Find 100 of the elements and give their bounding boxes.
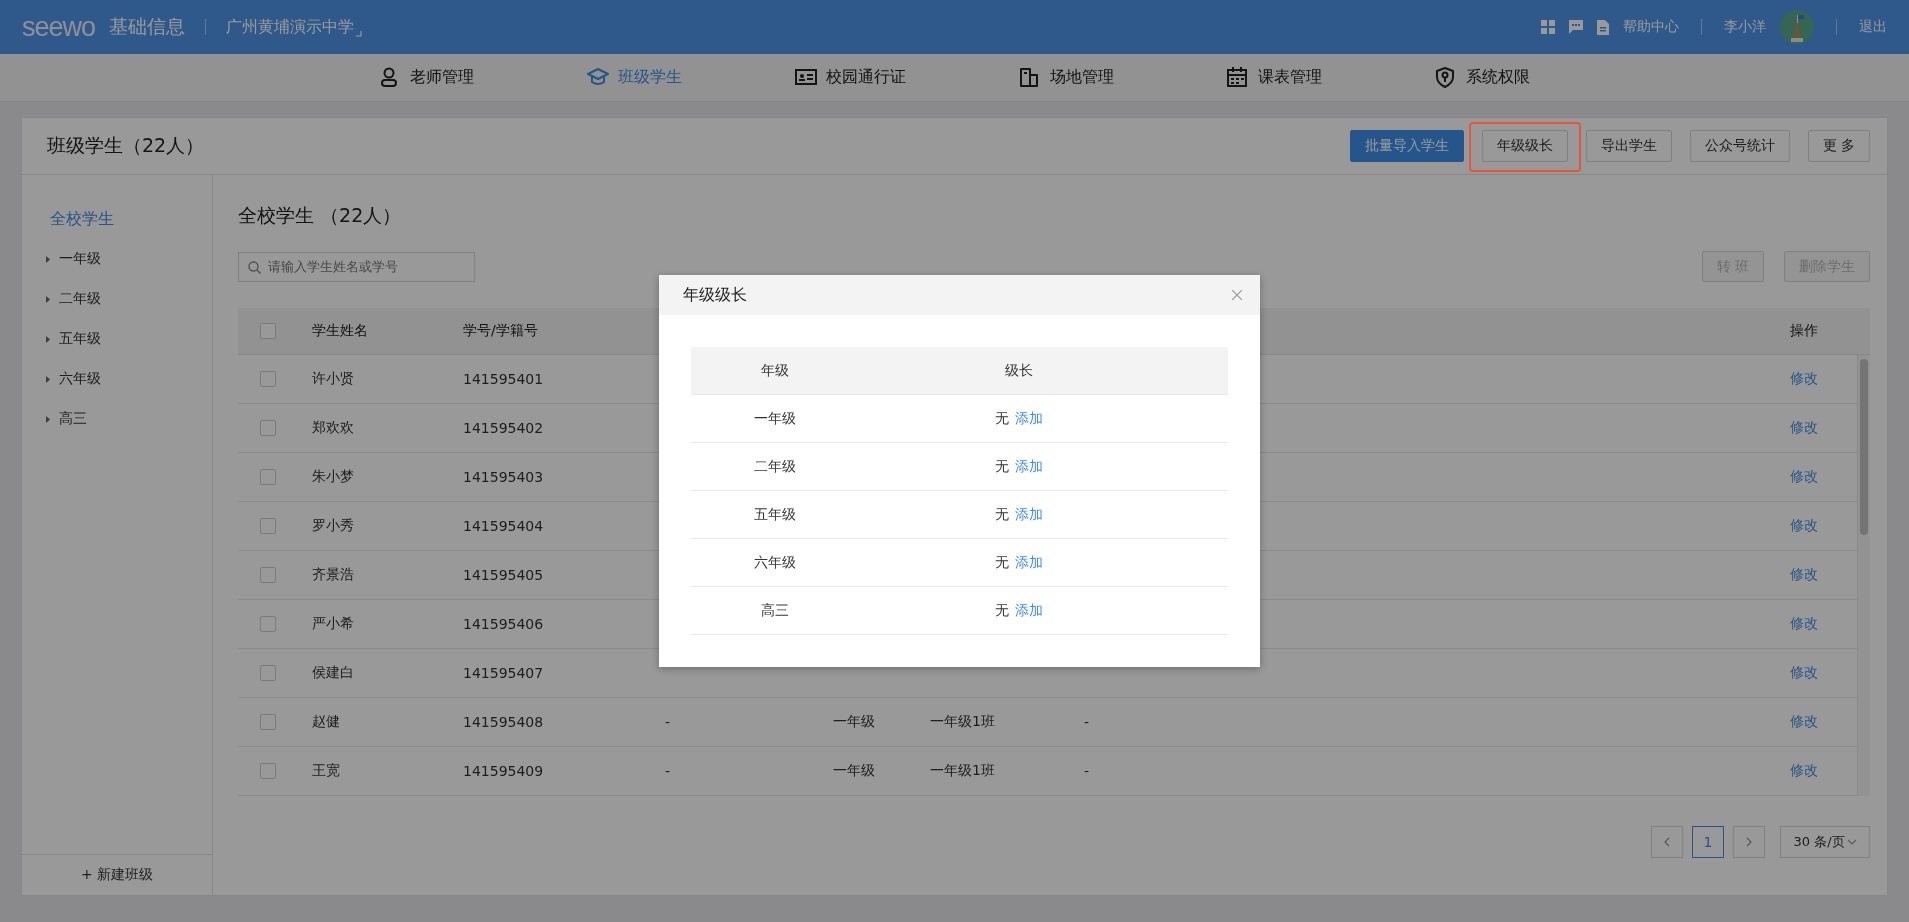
nav-tab[interactable]: 老师管理 [379,67,474,88]
edit-link[interactable]: 修改 [1790,517,1818,535]
table-cell: 141595408 [463,714,544,730]
sidebar-item[interactable]: 五年级 [22,319,212,359]
document-icon[interactable] [1597,19,1609,35]
toolbar-button[interactable]: 导出学生 [1585,130,1672,162]
nav-tab[interactable]: 系统权限 [1435,67,1530,88]
nav-tab[interactable]: 场地管理 [1019,67,1114,88]
id-card-icon [795,67,817,88]
logo: seewo [22,11,96,43]
edit-link[interactable]: 修改 [1790,370,1818,388]
sidebar-item[interactable]: 六年级 [22,359,212,399]
previous-page-button[interactable] [1651,826,1683,858]
nav-tab[interactable]: 课表管理 [1227,67,1322,88]
table-cell: 一年级 [833,713,875,731]
user-name[interactable]: 李小洋 [1724,18,1766,36]
edit-link[interactable]: 修改 [1790,664,1818,682]
checkbox[interactable] [260,469,276,485]
dialog-title: 年级级长 [683,284,747,306]
table-cell: 侯建白 [312,664,354,682]
graduation-cap-icon [587,67,609,88]
table-cell: 141595406 [463,616,544,632]
table-cell: 无 [995,601,1009,620]
table-cell: 141595405 [463,567,544,583]
table-cell: 141595402 [463,420,544,436]
page-title: 班级学生（22人） [47,133,205,158]
table-cell: 无 [995,457,1009,476]
toolbar-button[interactable]: 更 多 [1807,130,1870,162]
checkbox[interactable] [260,616,276,632]
edit-link[interactable]: 修改 [1790,713,1818,731]
page-size-select[interactable]: 30 条/页 [1780,826,1870,858]
table-cell: 高三 [761,601,789,620]
page-button[interactable]: 1 [1692,826,1724,858]
table-cell: 141595409 [463,763,544,779]
column-header: 年级 [761,361,789,380]
chevron-left-icon [1664,837,1670,847]
edit-link[interactable]: 修改 [1790,615,1818,633]
sidebar-item[interactable]: 全校学生 [22,199,212,239]
help-link[interactable]: 帮助中心 [1623,18,1679,36]
add-link[interactable]: 添加 [1015,457,1043,476]
table-cell: 许小贤 [312,370,354,388]
table-cell: 无 [995,505,1009,524]
toolbar-button[interactable]: 年级级长 [1481,130,1568,162]
checkbox[interactable] [260,323,276,339]
section-title: 全校学生 （22人） [238,203,403,228]
edit-link[interactable]: 修改 [1790,468,1818,486]
grid-icon[interactable] [1541,20,1555,34]
table-cell: 郑欢欢 [312,419,354,437]
table-cell: - [665,714,671,730]
scrollbar-thumb[interactable] [1860,359,1868,535]
checkbox[interactable] [260,714,276,730]
column-header: 级长 [1005,361,1033,380]
toolbar-button[interactable]: 批量导入学生 [1349,130,1464,162]
checkbox[interactable] [260,567,276,583]
table-cell: 141595407 [463,665,544,681]
corner-icon[interactable] [356,31,363,37]
table-cell: 严小希 [312,615,354,633]
table-cell: 一年级1班 [930,762,995,780]
checkbox[interactable] [260,665,276,681]
edit-link[interactable]: 修改 [1790,419,1818,437]
edit-link[interactable]: 修改 [1790,762,1818,780]
nav-tab[interactable]: 校园通行证 [795,67,906,88]
search-icon [248,260,261,274]
sidebar-item[interactable]: 二年级 [22,279,212,319]
logout-link[interactable]: 退出 [1859,18,1887,36]
add-link[interactable]: 添加 [1015,601,1043,620]
close-icon[interactable] [1232,290,1242,300]
add-link[interactable]: 添加 [1015,553,1043,572]
search-field[interactable]: 请输入学生姓名或学号 [238,251,475,282]
table-cell: 141595401 [463,371,544,387]
new-class-link[interactable]: + 新建班级 [80,866,154,884]
table-cell: - [1084,763,1090,779]
table-cell: 罗小秀 [312,517,354,535]
table-cell: 无 [995,409,1009,428]
sidebar-item[interactable]: 高三 [22,399,212,439]
table-cell: 141595404 [463,518,544,534]
checkbox[interactable] [260,420,276,436]
chat-icon[interactable] [1569,20,1583,34]
table-cell: - [665,763,671,779]
sidebar-item[interactable]: 一年级 [22,239,212,279]
table-cell: 一年级 [833,762,875,780]
building-icon [1019,67,1041,88]
school-name[interactable]: 广州黄埔演示中学 [226,16,355,38]
avatar-icon[interactable] [1780,10,1814,44]
checkbox[interactable] [260,763,276,779]
nav-tab[interactable]: 班级学生 [587,67,682,88]
add-link[interactable]: 添加 [1015,505,1043,524]
checkbox[interactable] [260,518,276,534]
toolbar-button[interactable]: 公众号统计 [1689,130,1790,162]
shield-icon [1435,67,1457,88]
edit-link[interactable]: 修改 [1790,566,1818,584]
table-cell: 齐景浩 [312,566,354,584]
next-page-button[interactable] [1733,826,1765,858]
column-header: 学生姓名 [312,322,368,340]
scrollbar[interactable] [1857,355,1870,796]
add-link[interactable]: 添加 [1015,409,1043,428]
table-cell: 赵健 [312,713,340,731]
checkbox[interactable] [260,371,276,387]
column-header: 操作 [1790,322,1818,340]
table-cell: 六年级 [754,553,796,572]
